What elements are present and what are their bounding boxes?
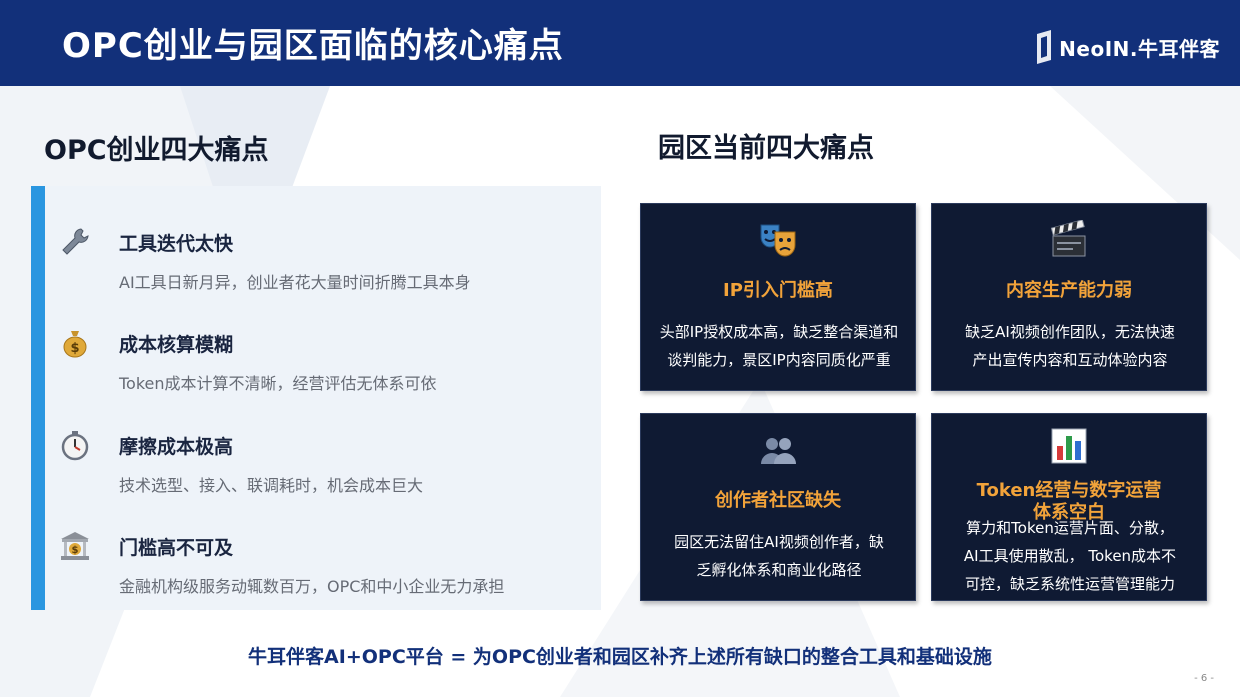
card-desc-line: 乏孵化体系和商业化路径: [696, 561, 862, 579]
people-icon: [761, 438, 796, 464]
park-pain-card: Token经营与数字运营 体系空白 算力和Token运营片面、分散， AI工具使…: [931, 413, 1207, 601]
logo-text: NeoIN.牛耳伴客: [1059, 37, 1220, 61]
bank-icon: $: [61, 532, 89, 560]
pain-item-desc: Token成本计算不清晰，经营评估无体系可依: [119, 374, 437, 393]
card-desc-line: 算力和Token运营片面、分散，: [966, 519, 1174, 537]
left-section-title: OPC创业四大痛点: [44, 135, 269, 166]
pain-item-desc: AI工具日新月异，创业者花大量时间折腾工具本身: [119, 273, 471, 292]
card-title: 创作者社区缺失: [715, 490, 841, 511]
opc-pain-points-panel: 工具迭代太快 AI工具日新月异，创业者花大量时间折腾工具本身 $ 成本核算模糊 …: [31, 186, 601, 610]
card-desc-line: 园区无法留住AI视频创作者，缺: [674, 533, 884, 551]
svg-text:$: $: [70, 341, 79, 356]
pain-item-title: 门槛高不可及: [119, 537, 234, 559]
park-pain-card: 创作者社区缺失 园区无法留住AI视频创作者，缺 乏孵化体系和商业化路径: [640, 413, 916, 601]
right-section-title: 园区当前四大痛点: [658, 133, 874, 164]
bar-chart-icon: [1051, 428, 1087, 464]
card-desc: 算力和Token运营片面、分散， AI工具使用散乱， Token成本不 可控，缺…: [942, 514, 1198, 598]
card-desc-line: 可控，缺乏系统性运营管理能力: [964, 575, 1175, 593]
pain-item-title: 工具迭代太快: [119, 233, 234, 255]
card-desc-line: 头部IP授权成本高，缺乏整合渠道和: [659, 323, 899, 341]
platform-tagline: 牛耳伴客AI+OPC平台 = 为OPC创业者和园区补齐上述所有缺口的整合工具和基…: [248, 646, 992, 668]
card-title: IP引入门槛高: [723, 280, 833, 301]
card-desc-line: 产出宣传内容和互动体验内容: [972, 351, 1168, 369]
wrench-icon: [62, 228, 89, 255]
pain-item-desc: 金融机构级服务动辄数百万，OPC和中小企业无力承担: [119, 577, 505, 596]
stopwatch-icon: [61, 431, 89, 461]
header-bar: OPC创业与园区面临的核心痛点 NeoIN.牛耳伴客: [0, 0, 1240, 86]
card-desc: 园区无法留住AI视频创作者，缺 乏孵化体系和商业化路径: [651, 528, 907, 584]
card-title-line: Token经营与数字运营: [976, 480, 1162, 501]
pain-item-desc: 技术选型、接入、联调耗时，机会成本巨大: [119, 476, 424, 495]
svg-text:$: $: [72, 545, 79, 556]
brand-logo: NeoIN.牛耳伴客: [1031, 20, 1220, 64]
card-desc: 头部IP授权成本高，缺乏整合渠道和 谈判能力，景区IP内容同质化严重: [651, 318, 907, 374]
card-desc-line: 缺乏AI视频创作团队，无法快速: [965, 323, 1175, 341]
pain-item-title: 摩擦成本极高: [119, 436, 234, 458]
park-pain-card: IP引入门槛高 头部IP授权成本高，缺乏整合渠道和 谈判能力，景区IP内容同质化…: [640, 203, 916, 391]
clapperboard-icon: [1050, 220, 1086, 257]
logo-mark-icon: [1037, 30, 1052, 64]
theater-masks-icon: [760, 224, 796, 257]
page-title: OPC创业与园区面临的核心痛点: [62, 26, 564, 66]
park-pain-card: 内容生产能力弱 缺乏AI视频创作团队，无法快速 产出宣传内容和互动体验内容: [931, 203, 1207, 391]
card-desc-line: 谈判能力，景区IP内容同质化严重: [667, 351, 891, 369]
card-desc-line: AI工具使用散乱， Token成本不: [963, 547, 1177, 565]
pain-item-title: 成本核算模糊: [119, 334, 234, 356]
money-bag-icon: $: [63, 331, 87, 358]
page-number: - 6 -: [1194, 673, 1214, 684]
card-title: 内容生产能力弱: [1006, 280, 1132, 301]
card-desc: 缺乏AI视频创作团队，无法快速 产出宣传内容和互动体验内容: [942, 318, 1198, 374]
